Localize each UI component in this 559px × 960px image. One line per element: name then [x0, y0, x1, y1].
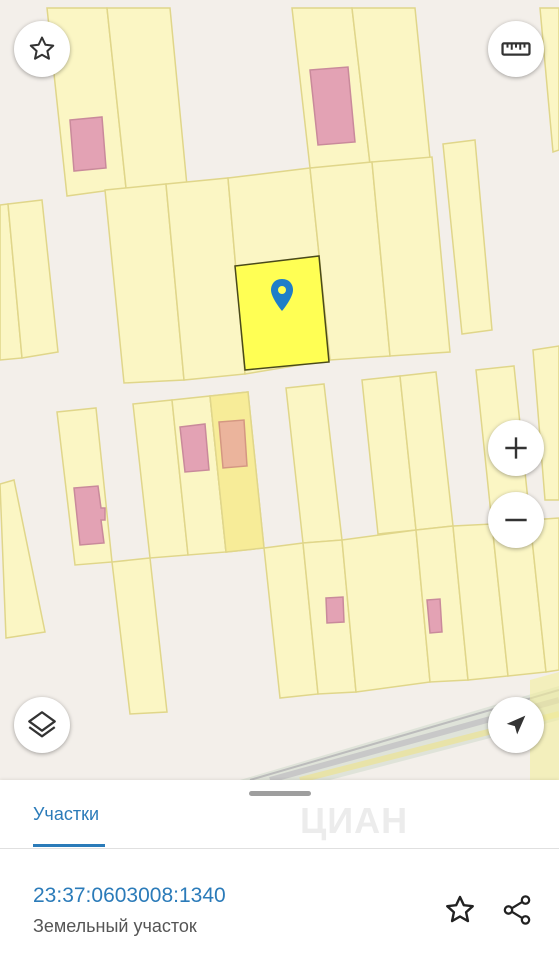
- star-outline-icon: [29, 36, 55, 60]
- bottom-sheet: ЦИАН Участки 23:37:0603008:1340 Земельны…: [0, 780, 559, 960]
- minus-icon: [505, 518, 527, 522]
- zoom-in-button[interactable]: [488, 420, 544, 476]
- star-outline-icon: [446, 895, 474, 923]
- favorite-parcel-button[interactable]: [440, 890, 480, 930]
- share-button[interactable]: [497, 890, 537, 930]
- map-view[interactable]: [0, 0, 559, 780]
- watermark: ЦИАН: [300, 800, 409, 841]
- selected-parcel[interactable]: [234, 255, 330, 371]
- zoom-out-button[interactable]: [488, 492, 544, 548]
- ruler-icon: [501, 42, 531, 56]
- drag-handle[interactable]: [249, 791, 311, 796]
- cadastral-number[interactable]: 23:37:0603008:1340: [33, 884, 226, 908]
- divider: [0, 848, 559, 849]
- plus-icon: [505, 437, 527, 459]
- share-icon: [503, 895, 531, 925]
- layers-button[interactable]: [14, 697, 70, 753]
- map-canvas[interactable]: [0, 0, 559, 780]
- locate-button[interactable]: [488, 697, 544, 753]
- ruler-button[interactable]: [488, 21, 544, 77]
- layers-icon: [28, 711, 56, 738]
- object-type: Земельный участок: [33, 916, 197, 936]
- navigation-arrow-icon: [506, 715, 526, 735]
- favorite-button[interactable]: [14, 21, 70, 77]
- tab-indicator: [33, 844, 105, 847]
- tab-parcels[interactable]: Участки: [33, 804, 99, 825]
